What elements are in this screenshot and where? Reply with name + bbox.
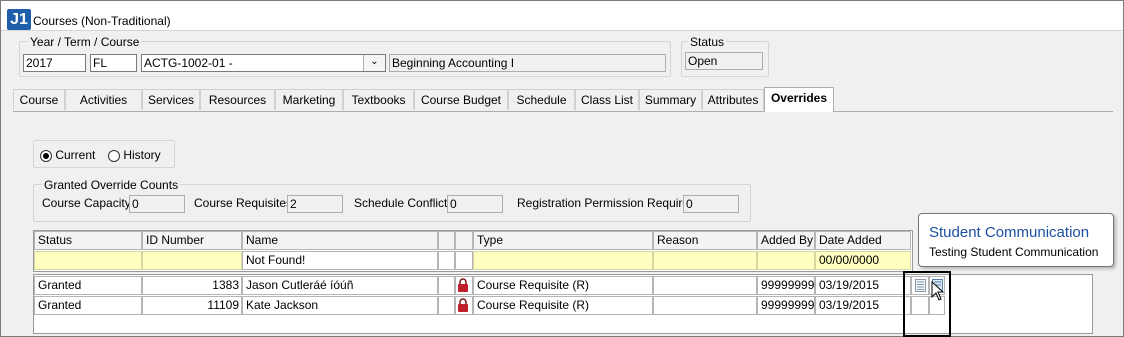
- registration-permission-value: 0: [683, 195, 739, 213]
- row-name[interactable]: Kate Jackson: [242, 296, 438, 315]
- filter-spacer: [455, 251, 473, 270]
- filter-type[interactable]: [473, 251, 653, 270]
- status-value: Open: [685, 52, 763, 70]
- filter-status[interactable]: [34, 251, 142, 270]
- course-combo-value: ACTG-1002-01 -: [144, 56, 233, 70]
- header-reason[interactable]: Reason: [653, 231, 757, 250]
- row-id-number[interactable]: 11109: [142, 296, 242, 315]
- history-radio-label: History: [123, 148, 161, 162]
- header-status[interactable]: Status: [34, 231, 142, 250]
- row-status[interactable]: Granted: [34, 296, 142, 315]
- row-reason[interactable]: [653, 296, 757, 315]
- row-lock-cell[interactable]: [455, 276, 473, 295]
- header-name[interactable]: Name: [242, 231, 438, 250]
- row-added-by[interactable]: 999999999: [757, 276, 815, 295]
- mouse-cursor-icon: [931, 281, 945, 301]
- filter-added-by[interactable]: [757, 251, 815, 270]
- filter-reason[interactable]: [653, 251, 757, 270]
- course-combo[interactable]: ACTG-1002-01 - ⌄: [141, 54, 386, 72]
- row-date-added[interactable]: 03/19/2015: [815, 296, 911, 315]
- row-name[interactable]: Jason Cutleráé íóúñ: [242, 276, 438, 295]
- row-reason[interactable]: [653, 276, 757, 295]
- current-radio[interactable]: Current: [40, 148, 95, 162]
- row-date-added[interactable]: 03/19/2015: [815, 276, 911, 295]
- row-spacer: [438, 296, 455, 315]
- course-requisites-value: 2: [287, 195, 343, 213]
- filter-lock: [438, 251, 455, 270]
- filter-date-added[interactable]: 00/00/0000: [815, 251, 911, 270]
- header-spacer: [455, 231, 473, 250]
- course-capacity-value: 0: [129, 195, 185, 213]
- courses-window: J1 Courses (Non-Traditional) Year / Term…: [0, 0, 1124, 337]
- row-spacer: [438, 276, 455, 295]
- app-logo-icon: J1: [7, 9, 31, 30]
- schedule-conflict-value: 0: [447, 195, 503, 213]
- header-id-number[interactable]: ID Number: [142, 231, 242, 250]
- term-field[interactable]: FL: [90, 54, 137, 72]
- row-type[interactable]: Course Requisite (R): [473, 276, 653, 295]
- tab-attributes[interactable]: Attributes: [702, 89, 764, 110]
- filter-grid: Status ID Number Name Type Reason Added …: [33, 230, 913, 272]
- override-counts-group: Granted Override Counts Course Capacity …: [33, 178, 751, 222]
- lock-icon: [458, 278, 468, 292]
- override-counts-label: Granted Override Counts: [42, 178, 181, 192]
- lock-icon: [458, 298, 468, 312]
- radio-unselected-icon: [108, 149, 120, 162]
- tab-course-budget[interactable]: Course Budget: [414, 89, 508, 110]
- tab-class-list[interactable]: Class List: [575, 89, 639, 110]
- year-field[interactable]: 2017: [23, 54, 86, 72]
- filter-name[interactable]: Not Found!: [242, 251, 438, 270]
- course-name-field: Beginning Accounting I: [389, 54, 666, 72]
- row-id-number[interactable]: 1383: [142, 276, 242, 295]
- title-bar: J1 Courses (Non-Traditional): [1, 1, 1123, 31]
- tab-textbooks[interactable]: Textbooks: [343, 89, 414, 110]
- tab-summary[interactable]: Summary: [639, 89, 702, 110]
- year-term-course-group: Year / Term / Course 2017 FL ACTG-1002-0…: [19, 35, 671, 77]
- status-label: Status: [688, 35, 727, 49]
- tab-marketing[interactable]: Marketing: [275, 89, 343, 110]
- header-lock: [438, 231, 455, 250]
- tooltip-title: Student Communication: [929, 224, 1090, 241]
- row-added-by[interactable]: 999999999: [757, 296, 815, 315]
- tab-schedule[interactable]: Schedule: [508, 89, 575, 110]
- tab-overrides[interactable]: Overrides: [764, 87, 834, 112]
- course-capacity-label: Course Capacity :: [42, 196, 138, 210]
- chevron-down-icon[interactable]: ⌄: [363, 55, 385, 71]
- student-communication-tooltip: Student Communication Testing Student Co…: [918, 213, 1114, 267]
- header-type[interactable]: Type: [473, 231, 653, 250]
- tooltip-body: Testing Student Communication: [929, 245, 1099, 259]
- schedule-conflict-label: Schedule Conflict :: [354, 196, 455, 210]
- tab-services[interactable]: Services: [142, 89, 200, 110]
- history-radio[interactable]: History: [108, 148, 161, 162]
- registration-permission-label: Registration Permission Required :: [517, 196, 703, 210]
- year-term-course-label: Year / Term / Course: [28, 35, 142, 49]
- status-group: Status Open: [681, 35, 769, 77]
- filter-id-number[interactable]: [142, 251, 242, 270]
- tab-activities[interactable]: Activities: [65, 89, 142, 110]
- window-title: Courses (Non-Traditional): [33, 14, 171, 28]
- row-status[interactable]: Granted: [34, 276, 142, 295]
- course-requisites-label: Course Requisites :: [194, 196, 299, 210]
- header-date-added[interactable]: Date Added: [815, 231, 911, 250]
- tab-course[interactable]: Course: [13, 89, 65, 110]
- tab-resources[interactable]: Resources: [200, 89, 275, 110]
- radio-selected-icon: [40, 149, 52, 162]
- current-radio-label: Current: [55, 148, 96, 162]
- view-radio-group: Current History: [33, 140, 175, 168]
- row-type[interactable]: Course Requisite (R): [473, 296, 653, 315]
- row-lock-cell[interactable]: [455, 296, 473, 315]
- header-added-by[interactable]: Added By: [757, 231, 815, 250]
